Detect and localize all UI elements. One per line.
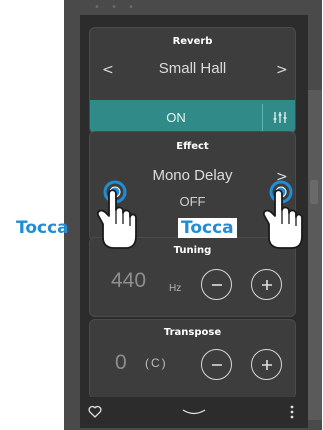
reverb-settings-button[interactable] [263,100,295,133]
reverb-next-button[interactable]: > [276,62,288,78]
chevron-down-icon[interactable] [181,407,207,417]
transpose-value: 0 [115,351,127,374]
transpose-increase-button[interactable] [251,349,282,380]
plus-icon [261,359,272,370]
transpose-key: (C) [145,356,168,370]
screen: • • • Reverb < Small Hall > ON Effect Mo… [0,0,323,430]
more-vertical-icon[interactable] [289,405,295,419]
tuning-value: 440 [111,269,147,292]
tap-label-right: Tocca [178,218,237,238]
tap-hand-icon [262,180,303,249]
reverb-status: ON [166,110,186,125]
plus-icon [261,279,272,290]
transpose-title: Transpose [163,327,222,338]
background-edge [306,90,322,420]
transpose-card: Transpose 0 (C) [89,319,296,399]
background-handle [310,180,318,204]
transpose-decrease-button[interactable] [201,349,232,380]
tap-hand-icon [96,180,137,249]
effect-title: Effect [176,141,209,152]
background-glyphs: • • • [94,2,139,13]
sliders-icon [273,112,287,123]
tap-label-left: Tocca [16,218,69,238]
tuning-decrease-button[interactable] [201,269,232,300]
bottom-toolbar [80,397,308,428]
reverb-card: Reverb < Small Hall > ON [89,27,296,134]
tuning-increase-button[interactable] [251,269,282,300]
minus-icon [211,283,222,286]
heart-icon[interactable] [88,405,102,418]
reverb-toggle[interactable]: ON [90,100,295,133]
reverb-type: Small Hall [158,60,227,77]
reverb-title: Reverb [172,36,213,47]
tuning-unit: Hz [169,283,182,294]
minus-icon [211,363,222,366]
tap-label-right-text: Tocca [178,218,237,238]
